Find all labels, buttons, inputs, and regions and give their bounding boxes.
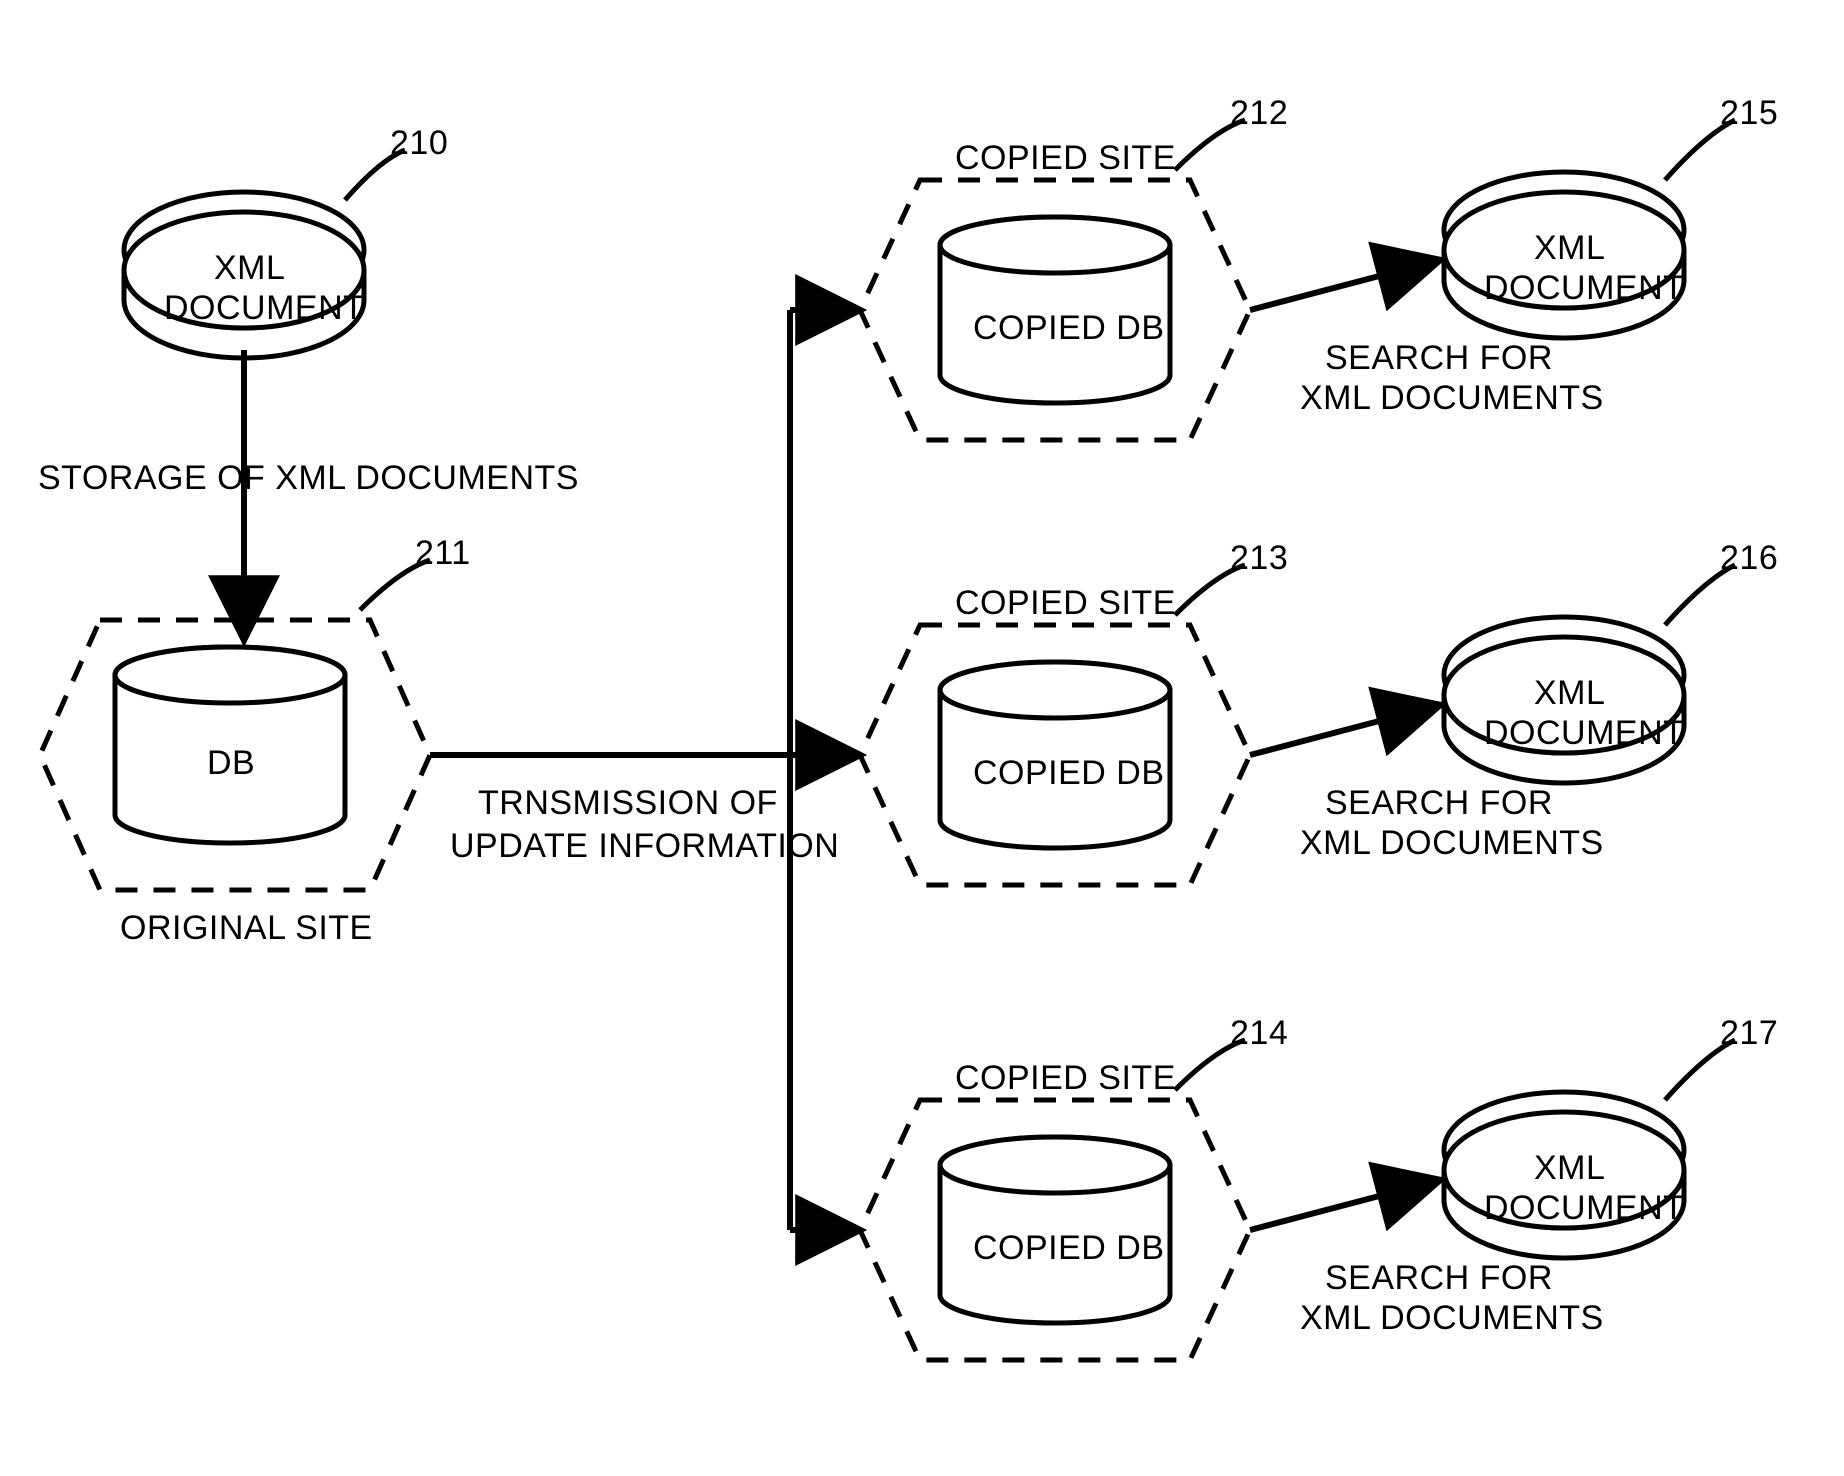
copied-db-212-label: COPIED DB (973, 310, 1165, 347)
original-site-label: ORIGINAL SITE (120, 910, 373, 947)
search-217-l1: SEARCH FOR (1325, 1260, 1553, 1297)
xml-216-l1: XML (1534, 675, 1605, 712)
xml-217-l2: DOCUMENT (1484, 1190, 1684, 1227)
ref-210: 210 (390, 125, 448, 162)
xml-217-l1: XML (1534, 1150, 1605, 1187)
edge-search-216 (1250, 705, 1440, 755)
search-215-l1: SEARCH FOR (1325, 340, 1553, 377)
edge-transmission-l1: TRNSMISSION OF (478, 785, 778, 822)
copied-db-214-label: COPIED DB (973, 1230, 1165, 1267)
search-215-l2: XML DOCUMENTS (1300, 380, 1604, 417)
ref-216: 216 (1720, 540, 1778, 577)
edge-storage-label: STORAGE OF XML DOCUMENTS (38, 460, 579, 497)
ref-217: 217 (1720, 1015, 1778, 1052)
copied-site-212-label: COPIED SITE (955, 140, 1176, 177)
xml-doc-210-l1: XML (214, 250, 285, 287)
search-217-l2: XML DOCUMENTS (1300, 1300, 1604, 1337)
xml-216-l2: DOCUMENT (1484, 715, 1684, 752)
edge-transmission (430, 310, 860, 1230)
xml-doc-210-l2: DOCUMENT (164, 290, 364, 327)
xml-215-l1: XML (1534, 230, 1605, 267)
copied-site-213-label: COPIED SITE (955, 585, 1176, 622)
xml-215-l2: DOCUMENT (1484, 270, 1684, 307)
edge-search-215 (1250, 260, 1440, 310)
edge-search-217 (1250, 1180, 1440, 1230)
diagram-canvas: 210 XML DOCUMENT STORAGE OF XML DOCUMENT… (0, 0, 1844, 1476)
original-site-211 (40, 560, 430, 890)
search-216-l2: XML DOCUMENTS (1300, 825, 1604, 862)
search-216-l1: SEARCH FOR (1325, 785, 1553, 822)
copied-site-214-label: COPIED SITE (955, 1060, 1176, 1097)
edge-transmission-l2: UPDATE INFORMATION (450, 828, 839, 865)
ref-215: 215 (1720, 95, 1778, 132)
ref-211: 211 (415, 535, 471, 572)
db-211-label: DB (207, 745, 255, 782)
ref-214: 214 (1230, 1015, 1288, 1052)
copied-db-213-label: COPIED DB (973, 755, 1165, 792)
ref-212: 212 (1230, 95, 1288, 132)
ref-213: 213 (1230, 540, 1288, 577)
